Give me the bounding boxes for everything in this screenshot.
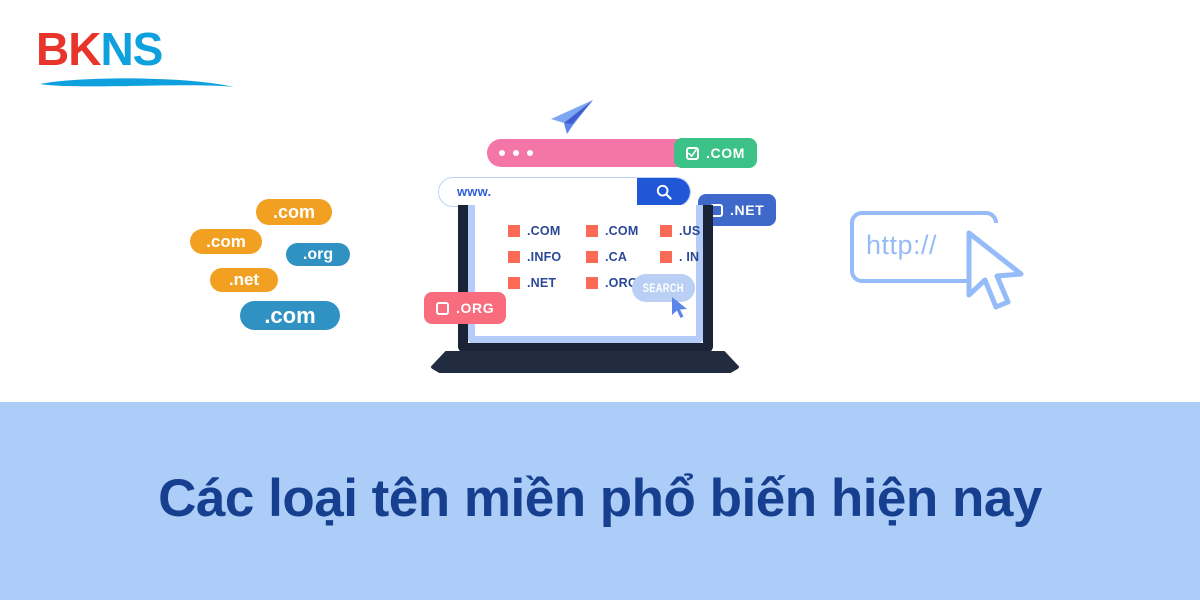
tld-label: .COM: [605, 224, 639, 238]
checkbox-empty-icon[interactable]: [436, 301, 449, 315]
tld-bullet-icon: [508, 251, 520, 263]
paper-plane-icon: [551, 100, 593, 134]
tld-item[interactable]: .INFO: [508, 250, 586, 264]
floating-pill-com-1[interactable]: .com: [256, 199, 332, 225]
floating-pill-label: .com: [206, 231, 246, 251]
tld-bullet-icon: [586, 225, 598, 237]
url-search-button[interactable]: [637, 178, 690, 206]
checkbox-checked-icon[interactable]: [686, 146, 699, 160]
http-protocol-label: http://: [866, 230, 938, 260]
window-dot: [499, 150, 505, 156]
floating-pill-com-3[interactable]: .com: [240, 301, 340, 330]
url-search-bar[interactable]: www.: [438, 177, 691, 207]
tld-item[interactable]: . IN: [660, 250, 700, 264]
tld-label: .NET: [527, 276, 557, 290]
hero-illustration: .COM www. .NET .COM .COM .US .INFO .CA .…: [0, 0, 1200, 402]
tld-bullet-icon: [660, 225, 672, 237]
tld-bullet-icon: [508, 225, 520, 237]
tld-item[interactable]: .COM: [508, 224, 586, 238]
mouse-pointer-icon: [672, 297, 687, 318]
tld-item[interactable]: .CA: [586, 250, 660, 264]
badge-org[interactable]: .ORG: [424, 292, 507, 324]
tld-label: . IN: [679, 250, 700, 264]
tld-bullet-icon: [508, 277, 520, 289]
screen-search-button-label: SEARCH: [643, 281, 684, 295]
tld-bullet-icon: [586, 251, 598, 263]
tld-item[interactable]: .US: [660, 224, 700, 238]
title-banner: Các loại tên miền phổ biến hiện nay: [0, 402, 1200, 600]
floating-pill-label: .net: [228, 270, 260, 289]
floating-pill-label: .org: [302, 245, 334, 263]
url-search-input[interactable]: www.: [457, 184, 491, 199]
mouse-pointer-icon-large: [966, 230, 1024, 310]
badge-com-label: .COM: [706, 145, 745, 161]
window-dot: [527, 150, 533, 156]
tld-item[interactable]: .COM: [586, 224, 660, 238]
floating-pill-label: .com: [272, 201, 315, 222]
tld-label: .COM: [527, 224, 561, 238]
floating-pill-org[interactable]: .org: [286, 243, 350, 266]
tld-bullet-icon: [586, 277, 598, 289]
badge-org-label: .ORG: [456, 300, 495, 316]
browser-title-bar: [487, 139, 702, 167]
browser-window-dots: [499, 150, 533, 156]
tld-bullet-icon: [660, 251, 672, 263]
floating-pill-label: .com: [264, 302, 316, 328]
badge-com[interactable]: .COM: [674, 138, 757, 168]
laptop-base: [430, 351, 740, 373]
magnifier-icon: [656, 184, 672, 200]
floating-pill-net[interactable]: .net: [210, 268, 278, 292]
tld-label: .CA: [605, 250, 628, 264]
tld-label: .INFO: [527, 250, 562, 264]
page-title: Các loại tên miền phổ biến hiện nay: [158, 468, 1042, 528]
tld-label: .US: [679, 224, 701, 238]
floating-pill-com-2[interactable]: .com: [190, 229, 262, 254]
tld-item[interactable]: .NET: [508, 276, 586, 290]
window-dot: [513, 150, 519, 156]
